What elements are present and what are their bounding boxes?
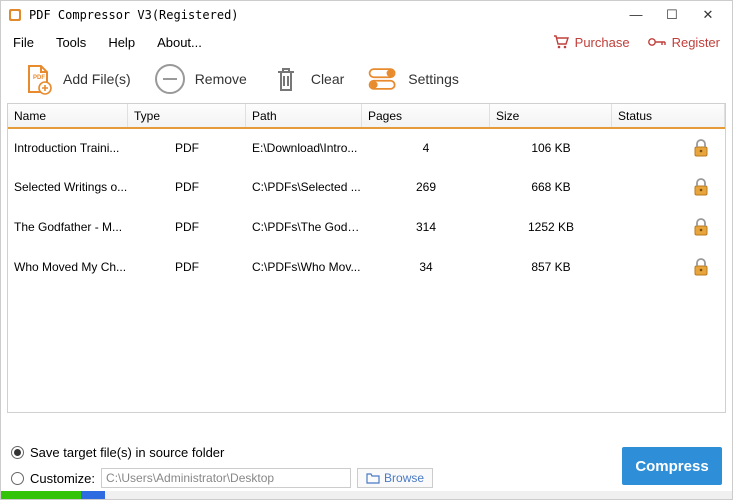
cell-size: 106 KB	[490, 141, 612, 155]
add-files-label: Add File(s)	[63, 71, 131, 87]
compress-button[interactable]: Compress	[622, 447, 722, 485]
radio-source-folder[interactable]	[11, 446, 24, 459]
progress-segment-1	[1, 491, 81, 499]
custom-path-input[interactable]	[101, 468, 351, 488]
cell-size: 668 KB	[490, 180, 612, 194]
maximize-button[interactable]: ☐	[662, 5, 682, 25]
browse-button[interactable]: Browse	[357, 468, 433, 488]
cell-pages: 4	[362, 141, 490, 155]
settings-button[interactable]: Settings	[358, 58, 467, 100]
radio-source-label: Save target file(s) in source folder	[30, 445, 224, 460]
radio-customize[interactable]	[11, 472, 24, 485]
table-row[interactable]: The Godfather - M...PDFC:\PDFs\The Godfa…	[8, 207, 725, 247]
footer: Save target file(s) in source folder Cus…	[11, 441, 722, 489]
toggle-icon	[366, 62, 400, 96]
cell-status	[612, 139, 725, 157]
cell-size: 1252 KB	[490, 220, 612, 234]
remove-button[interactable]: Remove	[145, 58, 255, 100]
cell-status	[612, 178, 725, 196]
register-label: Register	[672, 35, 720, 50]
lock-icon	[693, 258, 709, 276]
cell-pages: 34	[362, 260, 490, 274]
cell-name: Who Moved My Ch...	[8, 260, 128, 274]
titlebar: PDF Compressor V3(Registered) — ☐ ✕	[1, 1, 732, 29]
add-file-icon: PDF	[21, 62, 55, 96]
cell-pages: 269	[362, 180, 490, 194]
progress-bar	[1, 491, 732, 499]
cell-name: The Godfather - M...	[8, 220, 128, 234]
table-body: Introduction Traini...PDFE:\Download\Int…	[8, 127, 725, 287]
key-icon	[648, 36, 666, 48]
file-table: Name Type Path Pages Size Status Introdu…	[7, 103, 726, 413]
svg-text:PDF: PDF	[33, 75, 45, 81]
close-button[interactable]: ✕	[698, 5, 718, 25]
menu-help[interactable]: Help	[108, 35, 135, 50]
clear-button[interactable]: Clear	[261, 58, 352, 100]
cell-path: C:\PDFs\The Godfa...	[246, 220, 362, 234]
trash-icon	[269, 62, 303, 96]
menu-about[interactable]: About...	[157, 35, 202, 50]
table-row[interactable]: Selected Writings o...PDFC:\PDFs\Selecte…	[8, 167, 725, 207]
minimize-button[interactable]: —	[626, 5, 646, 25]
window-title: PDF Compressor V3(Registered)	[29, 8, 626, 22]
cell-type: PDF	[128, 180, 246, 194]
app-icon	[7, 7, 23, 23]
lock-icon	[693, 218, 709, 236]
browse-label: Browse	[384, 471, 424, 485]
cell-status	[612, 258, 725, 276]
th-name[interactable]: Name	[8, 104, 128, 127]
cell-type: PDF	[128, 141, 246, 155]
th-path[interactable]: Path	[246, 104, 362, 127]
th-type[interactable]: Type	[128, 104, 246, 127]
table-header: Name Type Path Pages Size Status	[8, 104, 725, 128]
progress-segment-2	[81, 491, 105, 499]
folder-icon	[366, 472, 380, 484]
cart-icon	[553, 35, 569, 49]
window-controls: — ☐ ✕	[626, 5, 726, 25]
cell-path: E:\Download\Intro...	[246, 141, 362, 155]
cell-type: PDF	[128, 260, 246, 274]
clear-label: Clear	[311, 71, 344, 87]
cell-status	[612, 218, 725, 236]
remove-label: Remove	[195, 71, 247, 87]
th-status[interactable]: Status	[612, 104, 725, 127]
cell-path: C:\PDFs\Selected ...	[246, 180, 362, 194]
th-pages[interactable]: Pages	[362, 104, 490, 127]
purchase-link[interactable]: Purchase	[553, 35, 630, 50]
add-files-button[interactable]: PDF Add File(s)	[13, 58, 139, 100]
table-row[interactable]: Introduction Traini...PDFE:\Download\Int…	[8, 127, 725, 167]
cell-path: C:\PDFs\Who Mov...	[246, 260, 362, 274]
menu-file[interactable]: File	[13, 35, 34, 50]
cell-name: Selected Writings o...	[8, 180, 128, 194]
cell-name: Introduction Traini...	[8, 141, 128, 155]
register-link[interactable]: Register	[648, 35, 720, 50]
remove-icon	[153, 62, 187, 96]
settings-label: Settings	[408, 71, 459, 87]
menubar: File Tools Help About... Purchase Regist…	[1, 29, 732, 55]
table-row[interactable]: Who Moved My Ch...PDFC:\PDFs\Who Mov...3…	[8, 247, 725, 287]
cell-type: PDF	[128, 220, 246, 234]
menu-tools[interactable]: Tools	[56, 35, 86, 50]
th-size[interactable]: Size	[490, 104, 612, 127]
radio-customize-label: Customize:	[30, 471, 95, 486]
lock-icon	[693, 139, 709, 157]
cell-size: 857 KB	[490, 260, 612, 274]
cell-pages: 314	[362, 220, 490, 234]
purchase-label: Purchase	[575, 35, 630, 50]
lock-icon	[693, 178, 709, 196]
compress-label: Compress	[635, 458, 708, 475]
toolbar: PDF Add File(s) Remove Clear Settings	[1, 55, 732, 103]
